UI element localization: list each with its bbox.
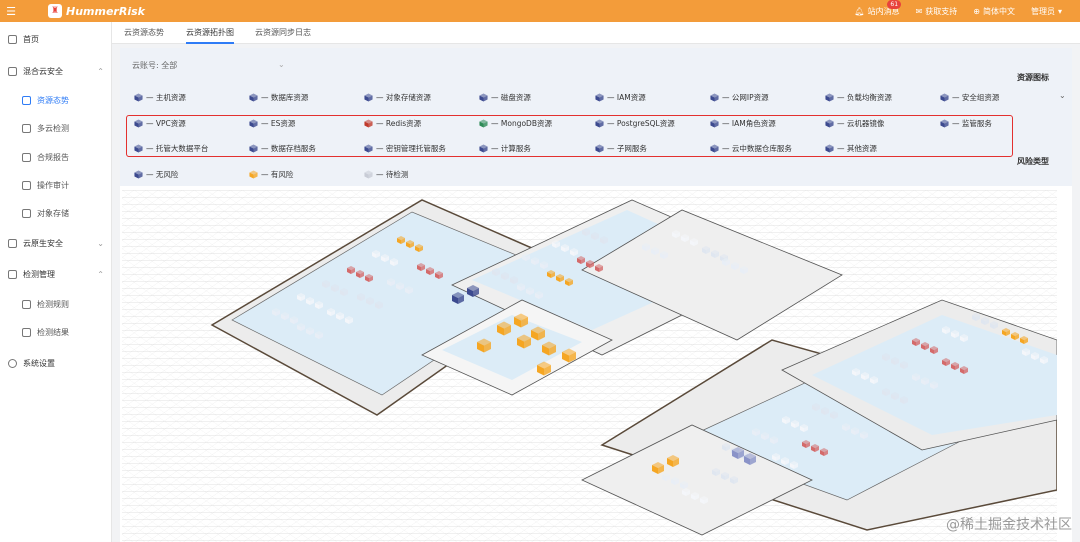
sidebar-item-audit[interactable]: 操作审计 — [22, 178, 69, 192]
home-icon — [8, 34, 17, 44]
legend-label: — 公网IP资源 — [722, 93, 769, 102]
sidebar-item-resource-status[interactable]: 资源态势 — [22, 93, 69, 107]
sidebar-item-detection[interactable]: 检测管理 ⌃ — [8, 267, 104, 281]
legend-item[interactable]: — 数据库资源 — [249, 92, 308, 103]
topology-svg[interactable] — [122, 190, 1057, 542]
risk-legend-item[interactable]: — 待检测 — [364, 169, 408, 180]
cloud-icon — [8, 66, 17, 76]
brand-name: HummerRisk — [66, 4, 145, 18]
risk-legend-item[interactable]: — 无风险 — [134, 169, 178, 180]
messages-badge: 61 — [887, 0, 902, 9]
cube-icon — [249, 93, 258, 102]
tab-sync-log[interactable]: 云资源同步日志 — [255, 22, 311, 44]
legend-item[interactable]: — 主机资源 — [134, 92, 186, 103]
support-icon: ✉ — [915, 6, 923, 16]
tab-cloud-resource-status[interactable]: 云资源态势 — [124, 22, 164, 44]
tab-bar: 云资源态势 云资源拓扑图 云资源同步日志 — [112, 22, 1080, 44]
risk-legend-label: — 有风险 — [261, 170, 294, 179]
storage-icon — [22, 208, 31, 218]
bell-icon: 🔔︎ — [854, 6, 865, 16]
detection-icon — [8, 269, 17, 279]
legend-label: — 数据库资源 — [261, 93, 309, 102]
sidebar-item-hybrid-cloud[interactable]: 混合云安全 ⌃ — [8, 64, 104, 78]
globe-icon: ⊕ — [973, 6, 980, 16]
risk-legend-label: — 待检测 — [376, 170, 409, 179]
cube-icon — [134, 93, 143, 102]
sidebar-item-rules[interactable]: 检测规则 — [22, 297, 69, 311]
cloud-native-icon — [8, 238, 17, 248]
legend-item[interactable]: — 磁盘资源 — [479, 92, 531, 103]
cube-icon — [479, 93, 488, 102]
risk-type-title: 风险类型 — [1017, 157, 1049, 166]
support-label: 获取支持 — [925, 6, 958, 16]
tab-cloud-topology[interactable]: 云资源拓扑图 — [186, 22, 234, 44]
legend-item[interactable]: — IAM资源 — [595, 92, 646, 103]
report-icon — [22, 152, 31, 162]
hummer-logo-icon: ♜ — [48, 4, 62, 18]
top-bar: ☰ ♜ HummerRisk 🔔︎ 站内消息 61 ✉ 获取支持 ⊕ 简体中文 … — [0, 0, 1080, 22]
legend-label: — IAM资源 — [607, 93, 646, 102]
sidebar-item-home[interactable]: 首页 — [8, 32, 39, 46]
cube-icon — [249, 170, 258, 179]
legend-item[interactable]: — 公网IP资源 — [710, 92, 769, 103]
cube-icon — [134, 170, 143, 179]
cube-icon — [940, 93, 949, 102]
user-label: 管理员 — [1030, 6, 1055, 16]
messages-button[interactable]: 🔔︎ 站内消息 61 — [854, 0, 902, 17]
language-selector[interactable]: ⊕ 简体中文 — [973, 6, 1015, 17]
cube-icon — [364, 170, 373, 179]
chevron-down-icon: ▾ — [1057, 6, 1062, 16]
rules-icon — [22, 299, 31, 309]
chevron-down-icon: ⌄ — [97, 238, 104, 248]
audit-icon — [22, 180, 31, 190]
legend-label: — 对象存储资源 — [376, 93, 431, 102]
account-filter[interactable]: 云账号: 全部 — [132, 60, 177, 71]
cube-icon — [595, 93, 604, 102]
menu-icon[interactable]: ☰ — [0, 0, 22, 22]
legend-label: — 磁盘资源 — [491, 93, 531, 102]
chevron-down-icon[interactable]: ⌄ — [278, 60, 285, 69]
risk-legend-item[interactable]: — 有风险 — [249, 169, 293, 180]
legend-label: — 主机资源 — [146, 93, 186, 102]
brand-logo[interactable]: ♜ HummerRisk — [48, 4, 145, 18]
results-icon — [22, 327, 31, 337]
topology-canvas[interactable] — [122, 190, 1057, 542]
sidebar-item-multicloud-scan[interactable]: 多云检测 — [22, 121, 69, 135]
cube-icon — [710, 93, 719, 102]
legend-item[interactable]: — 对象存储资源 — [364, 92, 431, 103]
sidebar-item-cloud-native[interactable]: 云原生安全 ⌄ — [8, 236, 104, 250]
gear-icon — [8, 358, 17, 368]
chevron-up-icon: ⌃ — [97, 269, 104, 279]
user-menu[interactable]: 管理员 ▾ — [1031, 6, 1062, 17]
chevron-up-icon: ⌃ — [97, 66, 104, 76]
sidebar-item-settings[interactable]: 系统设置 — [8, 356, 55, 370]
risk-legend-label: — 无风险 — [146, 170, 179, 179]
highlight-box — [126, 115, 1013, 157]
cube-icon — [825, 93, 834, 102]
legend-item[interactable]: — 安全组资源 — [940, 92, 999, 103]
resource-icon — [22, 95, 31, 105]
legend-label: — 负载均衡资源 — [837, 93, 892, 102]
sidebar-item-results[interactable]: 检测结果 — [22, 325, 69, 339]
scan-icon — [22, 123, 31, 133]
legend-item[interactable]: — 负载均衡资源 — [825, 92, 892, 103]
watermark: @稀土掘金技术社区 — [946, 517, 1072, 533]
support-button[interactable]: ✉ 获取支持 — [916, 6, 958, 17]
cube-icon — [364, 93, 373, 102]
chevron-down-icon[interactable]: ⌄ — [1059, 91, 1066, 100]
sidebar-item-object-storage[interactable]: 对象存储 — [22, 206, 69, 220]
resource-icon-title: 资源图标 — [1017, 73, 1049, 82]
legend-label: — 安全组资源 — [952, 93, 1000, 102]
sidebar-item-compliance-report[interactable]: 合规报告 — [22, 150, 69, 164]
language-label: 简体中文 — [982, 6, 1015, 16]
